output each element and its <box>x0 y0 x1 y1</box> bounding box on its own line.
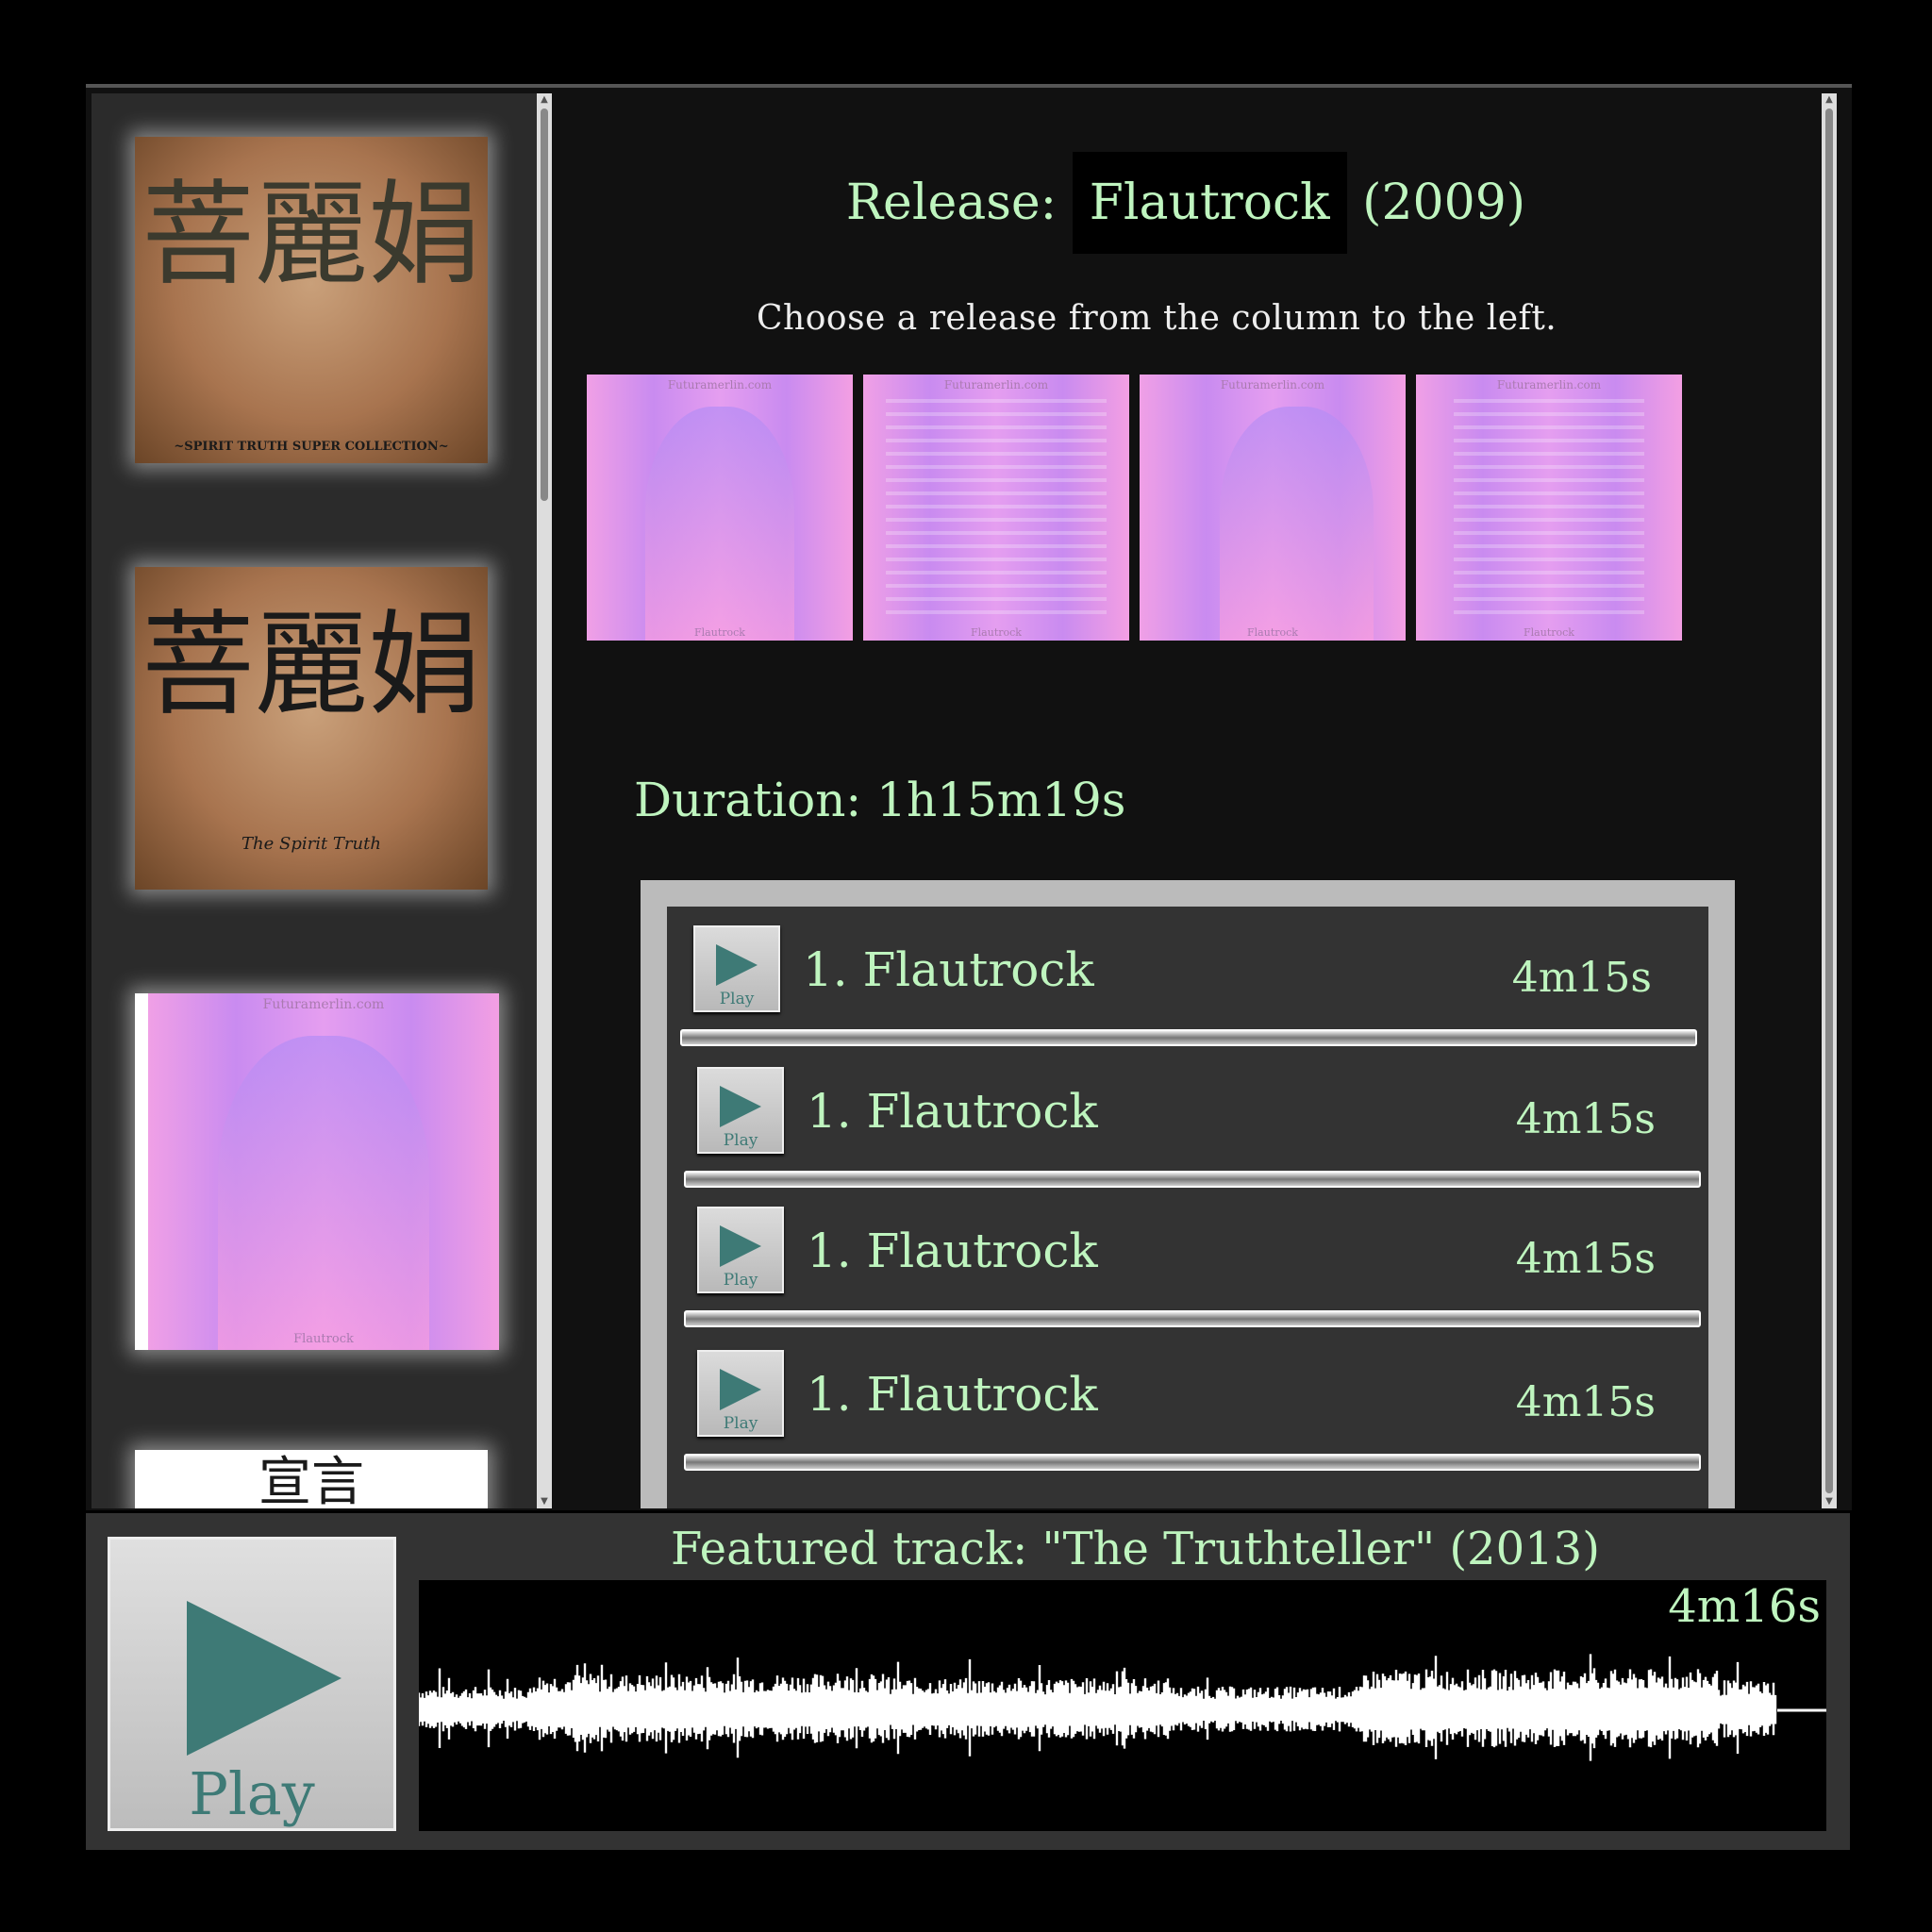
release-panel: Release: Flautrock (2009) Choose a relea… <box>554 93 1818 1508</box>
track-duration: 4m15s <box>1515 1235 1656 1283</box>
track-title: 1. Flautrock <box>807 1084 1098 1139</box>
scroll-down-icon[interactable]: ▼ <box>1822 1495 1837 1508</box>
track-duration: 4m15s <box>1515 1378 1656 1426</box>
release-image-back[interactable]: Futuramerlin.com Flautrock <box>863 375 1129 641</box>
play-icon <box>716 944 758 986</box>
cover-art <box>218 1036 429 1350</box>
release-label: Release: <box>845 175 1058 231</box>
image-site-label: Futuramerlin.com <box>943 378 1049 391</box>
image-art <box>645 406 794 641</box>
play-label: Play <box>723 1131 758 1150</box>
release-duration: Duration: 1h15m19s <box>634 773 1126 827</box>
image-site-label: Futuramerlin.com <box>667 378 773 391</box>
image-foot-label: Flautrock <box>1247 626 1298 639</box>
track-row: Play 1. Flautrock 4m15s <box>671 1188 1712 1329</box>
waveform <box>419 1654 1826 1761</box>
release-sidebar[interactable]: 菩麗娟 ~SPIRIT TRUTH SUPER COLLECTION~ 菩麗娟 … <box>92 93 537 1508</box>
release-title: Release: Flautrock (2009) <box>554 152 1818 254</box>
tracklist: Play 1. Flautrock 4m15s Play 1. Flautroc… <box>667 907 1708 1508</box>
cover-subtitle: The Spirit Truth <box>242 834 381 854</box>
release-image-tracklist[interactable]: Futuramerlin.com Flautrock <box>1416 375 1682 641</box>
scroll-up-icon[interactable]: ▲ <box>537 93 552 107</box>
track-duration: 4m15s <box>1511 954 1652 1002</box>
track-title: 1. Flautrock <box>803 942 1094 997</box>
cover-flautrock-selected[interactable]: Futuramerlin.com Flautrock <box>135 993 499 1350</box>
cover-spirit-truth-internet-demos[interactable]: 菩麗娟 The Spirit Truth <box>135 567 488 890</box>
tracklist-container: Play 1. Flautrock 4m15s Play 1. Flautroc… <box>641 880 1735 1508</box>
featured-player: Play Featured track: "The Truthteller" (… <box>86 1513 1850 1850</box>
track-play-button[interactable]: Play <box>697 1350 784 1437</box>
image-foot-label: Flautrock <box>694 626 745 639</box>
cover-foot-label: Flautrock <box>293 1332 354 1346</box>
featured-track-title: Featured track: "The Truthteller" (2013) <box>671 1523 1600 1575</box>
track-row: Play 1. Flautrock 4m15s <box>671 1331 1712 1473</box>
image-foot-label: Flautrock <box>1524 626 1574 639</box>
release-instruction: Choose a release from the column to the … <box>757 299 1557 338</box>
cover-subtitle: ~SPIRIT TRUTH SUPER COLLECTION~ <box>174 440 449 454</box>
play-label: Play <box>723 1414 758 1433</box>
track-play-button[interactable]: Play <box>697 1067 784 1154</box>
track-title: 1. Flautrock <box>807 1367 1098 1422</box>
image-art <box>1219 406 1374 641</box>
play-icon <box>187 1601 341 1756</box>
scroll-up-icon[interactable]: ▲ <box>1822 93 1837 107</box>
scroll-thumb[interactable] <box>1825 108 1833 1493</box>
play-label: Play <box>189 1759 315 1828</box>
release-year: (2009) <box>1362 175 1526 231</box>
track-play-button[interactable]: Play <box>693 925 780 1012</box>
cover-glyph: 菩麗娟 <box>142 600 481 731</box>
play-label: Play <box>723 1271 758 1290</box>
waveform-seekbar[interactable]: 4m16s <box>419 1580 1826 1831</box>
image-site-label: Futuramerlin.com <box>1220 378 1325 391</box>
track-progress-bar[interactable] <box>680 1029 1697 1046</box>
release-name: Flautrock <box>1072 152 1347 254</box>
featured-play-button[interactable]: Play <box>108 1537 396 1831</box>
cover-site-label: Futuramerlin.com <box>262 997 385 1012</box>
play-icon <box>720 1369 761 1410</box>
cover-glyph: 宣言 <box>258 1452 364 1508</box>
featured-duration: 4m16s <box>1668 1580 1821 1633</box>
play-icon <box>720 1086 761 1127</box>
cover-glyph: 菩麗娟 <box>142 170 481 301</box>
scroll-thumb[interactable] <box>541 108 548 501</box>
cover-partial[interactable]: 宣言 <box>135 1450 488 1508</box>
release-image-inner[interactable]: Futuramerlin.com Flautrock <box>1140 375 1406 641</box>
track-progress-bar[interactable] <box>684 1310 1701 1327</box>
play-icon <box>720 1225 761 1267</box>
track-row: Play 1. Flautrock 4m15s <box>671 1048 1712 1190</box>
image-foot-label: Flautrock <box>971 626 1022 639</box>
scroll-down-icon[interactable]: ▼ <box>537 1495 552 1508</box>
image-tracklist <box>1454 399 1644 618</box>
play-label: Play <box>719 990 755 1008</box>
cover-spirit-truth-super-collection[interactable]: 菩麗娟 ~SPIRIT TRUTH SUPER COLLECTION~ <box>135 137 488 463</box>
track-row: Play 1. Flautrock 4m15s <box>667 907 1708 1048</box>
track-progress-bar[interactable] <box>684 1454 1701 1471</box>
waveform-path <box>419 1654 1777 1761</box>
track-progress-bar[interactable] <box>684 1171 1701 1188</box>
sidebar-scrollbar[interactable]: ▲ ▼ <box>537 93 552 1508</box>
main-scrollbar[interactable]: ▲ ▼ <box>1822 93 1837 1508</box>
image-site-label: Futuramerlin.com <box>1496 378 1602 391</box>
track-title: 1. Flautrock <box>807 1224 1098 1278</box>
release-image-front[interactable]: Futuramerlin.com Flautrock <box>587 375 853 641</box>
image-tracklist <box>886 399 1107 618</box>
track-duration: 4m15s <box>1515 1095 1656 1143</box>
track-play-button[interactable]: Play <box>697 1207 784 1293</box>
